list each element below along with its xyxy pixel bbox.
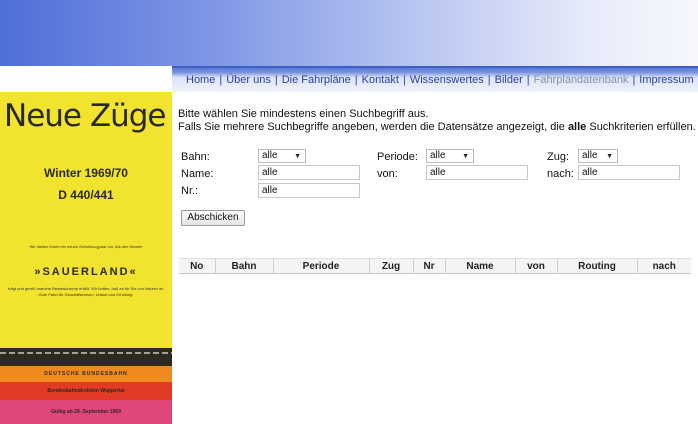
nav-die-fahrplaene[interactable]: Die Fahrpläne — [282, 74, 351, 86]
nav-home[interactable]: Home — [186, 74, 215, 86]
header-banner — [0, 0, 698, 66]
cover-railway: DEUTSCHE BUNDESBAHN — [0, 366, 172, 382]
name-input[interactable]: alle — [258, 165, 360, 180]
submit-button[interactable]: Abschicken — [181, 210, 245, 226]
zug-select-value: alle — [582, 150, 598, 161]
cover-body-text: trägt und gewiß manche Reisewünsche erfü… — [8, 286, 164, 297]
cover-train-name: »SAUERLAND« — [34, 266, 138, 278]
nav-separator: | — [274, 74, 278, 86]
nav-bilder[interactable]: Bilder — [495, 74, 523, 86]
bahn-select-value: alle — [262, 150, 278, 161]
cover-dark-band — [0, 348, 172, 366]
search-instructions: Bitte wählen Sie mindestens einen Suchbe… — [178, 108, 696, 134]
chevron-down-icon: ▼ — [294, 153, 301, 160]
instruction-line-1: Bitte wählen Sie mindestens einen Suchbe… — [178, 108, 429, 120]
cover-stripe — [0, 352, 172, 354]
nav-separator: | — [632, 74, 636, 86]
periode-select[interactable]: alle ▼ — [426, 149, 474, 163]
nav-ueber-uns[interactable]: Über uns — [226, 74, 271, 86]
column-header-nr[interactable]: Nr — [412, 258, 445, 274]
chevron-down-icon: ▼ — [462, 153, 469, 160]
results-header-row: No Bahn Periode Zug Nr Name von Routing … — [179, 258, 691, 274]
name-label: Name: — [181, 168, 214, 180]
nach-input[interactable]: alle — [578, 165, 680, 180]
bahn-select[interactable]: alle ▼ — [258, 149, 306, 163]
column-header-periode[interactable]: Periode — [272, 258, 369, 274]
nav-fahrplandatenbank[interactable]: Fahrplandatenbank — [534, 74, 629, 86]
main-navigation: Home | Über uns | Die Fahrpläne | Kontak… — [172, 66, 698, 92]
cover-validity: Gültig ab 28. September 1969 — [0, 400, 172, 424]
nav-separator: | — [354, 74, 358, 86]
column-header-routing[interactable]: Routing — [556, 258, 637, 274]
von-label: von: — [377, 168, 398, 180]
nav-wissenswertes[interactable]: Wissenswertes — [410, 74, 484, 86]
column-header-name[interactable]: Name — [444, 258, 515, 274]
cover-season: Winter 1969/70 — [44, 166, 128, 180]
column-header-bahn[interactable]: Bahn — [214, 258, 273, 274]
periode-select-value: alle — [430, 150, 446, 161]
nach-label: nach: — [547, 168, 574, 180]
instruction-emphasis: alle — [567, 121, 587, 133]
timetable-cover-image: Neue Züge Winter 1969/70 D 440/441 Wir s… — [0, 92, 172, 424]
instruction-text-end: Suchkriterien erfüllen. — [586, 121, 696, 133]
instruction-line-2: Falls Sie mehrere Suchbegriffe angeben, … — [178, 121, 696, 134]
column-header-no[interactable]: No — [179, 258, 215, 274]
cover-intro-text: Wir stellen Ihnen ein neues Schnellzugpa… — [29, 244, 143, 249]
nav-separator: | — [402, 74, 406, 86]
results-table: No Bahn Periode Zug Nr Name von Routing … — [179, 258, 691, 274]
cover-title: Neue Züge — [4, 98, 166, 134]
nav-separator: | — [487, 74, 491, 86]
nr-label: Nr.: — [181, 185, 199, 197]
column-header-von[interactable]: von — [514, 258, 557, 274]
nr-input[interactable]: alle — [258, 183, 360, 198]
nav-kontakt[interactable]: Kontakt — [362, 74, 399, 86]
periode-label: Periode: — [377, 151, 418, 163]
search-content: Bitte wählen Sie mindestens einen Suchbe… — [172, 92, 698, 424]
von-input[interactable]: alle — [426, 165, 528, 180]
cover-directorate: Bundesbahndirektion Wuppertal — [0, 382, 172, 400]
nav-separator: | — [526, 74, 530, 86]
zug-select[interactable]: alle ▼ — [578, 149, 618, 163]
bahn-label: Bahn: — [181, 151, 210, 163]
nav-separator: | — [219, 74, 223, 86]
instruction-text: Falls Sie mehrere Suchbegriffe angeben, … — [178, 121, 568, 133]
chevron-down-icon: ▼ — [606, 153, 613, 160]
column-header-nach[interactable]: nach — [636, 258, 691, 274]
zug-label: Zug: — [547, 151, 570, 163]
cover-train-number: D 440/441 — [58, 188, 114, 202]
nav-impressum[interactable]: Impressum — [639, 74, 693, 86]
column-header-zug[interactable]: Zug — [368, 258, 413, 274]
